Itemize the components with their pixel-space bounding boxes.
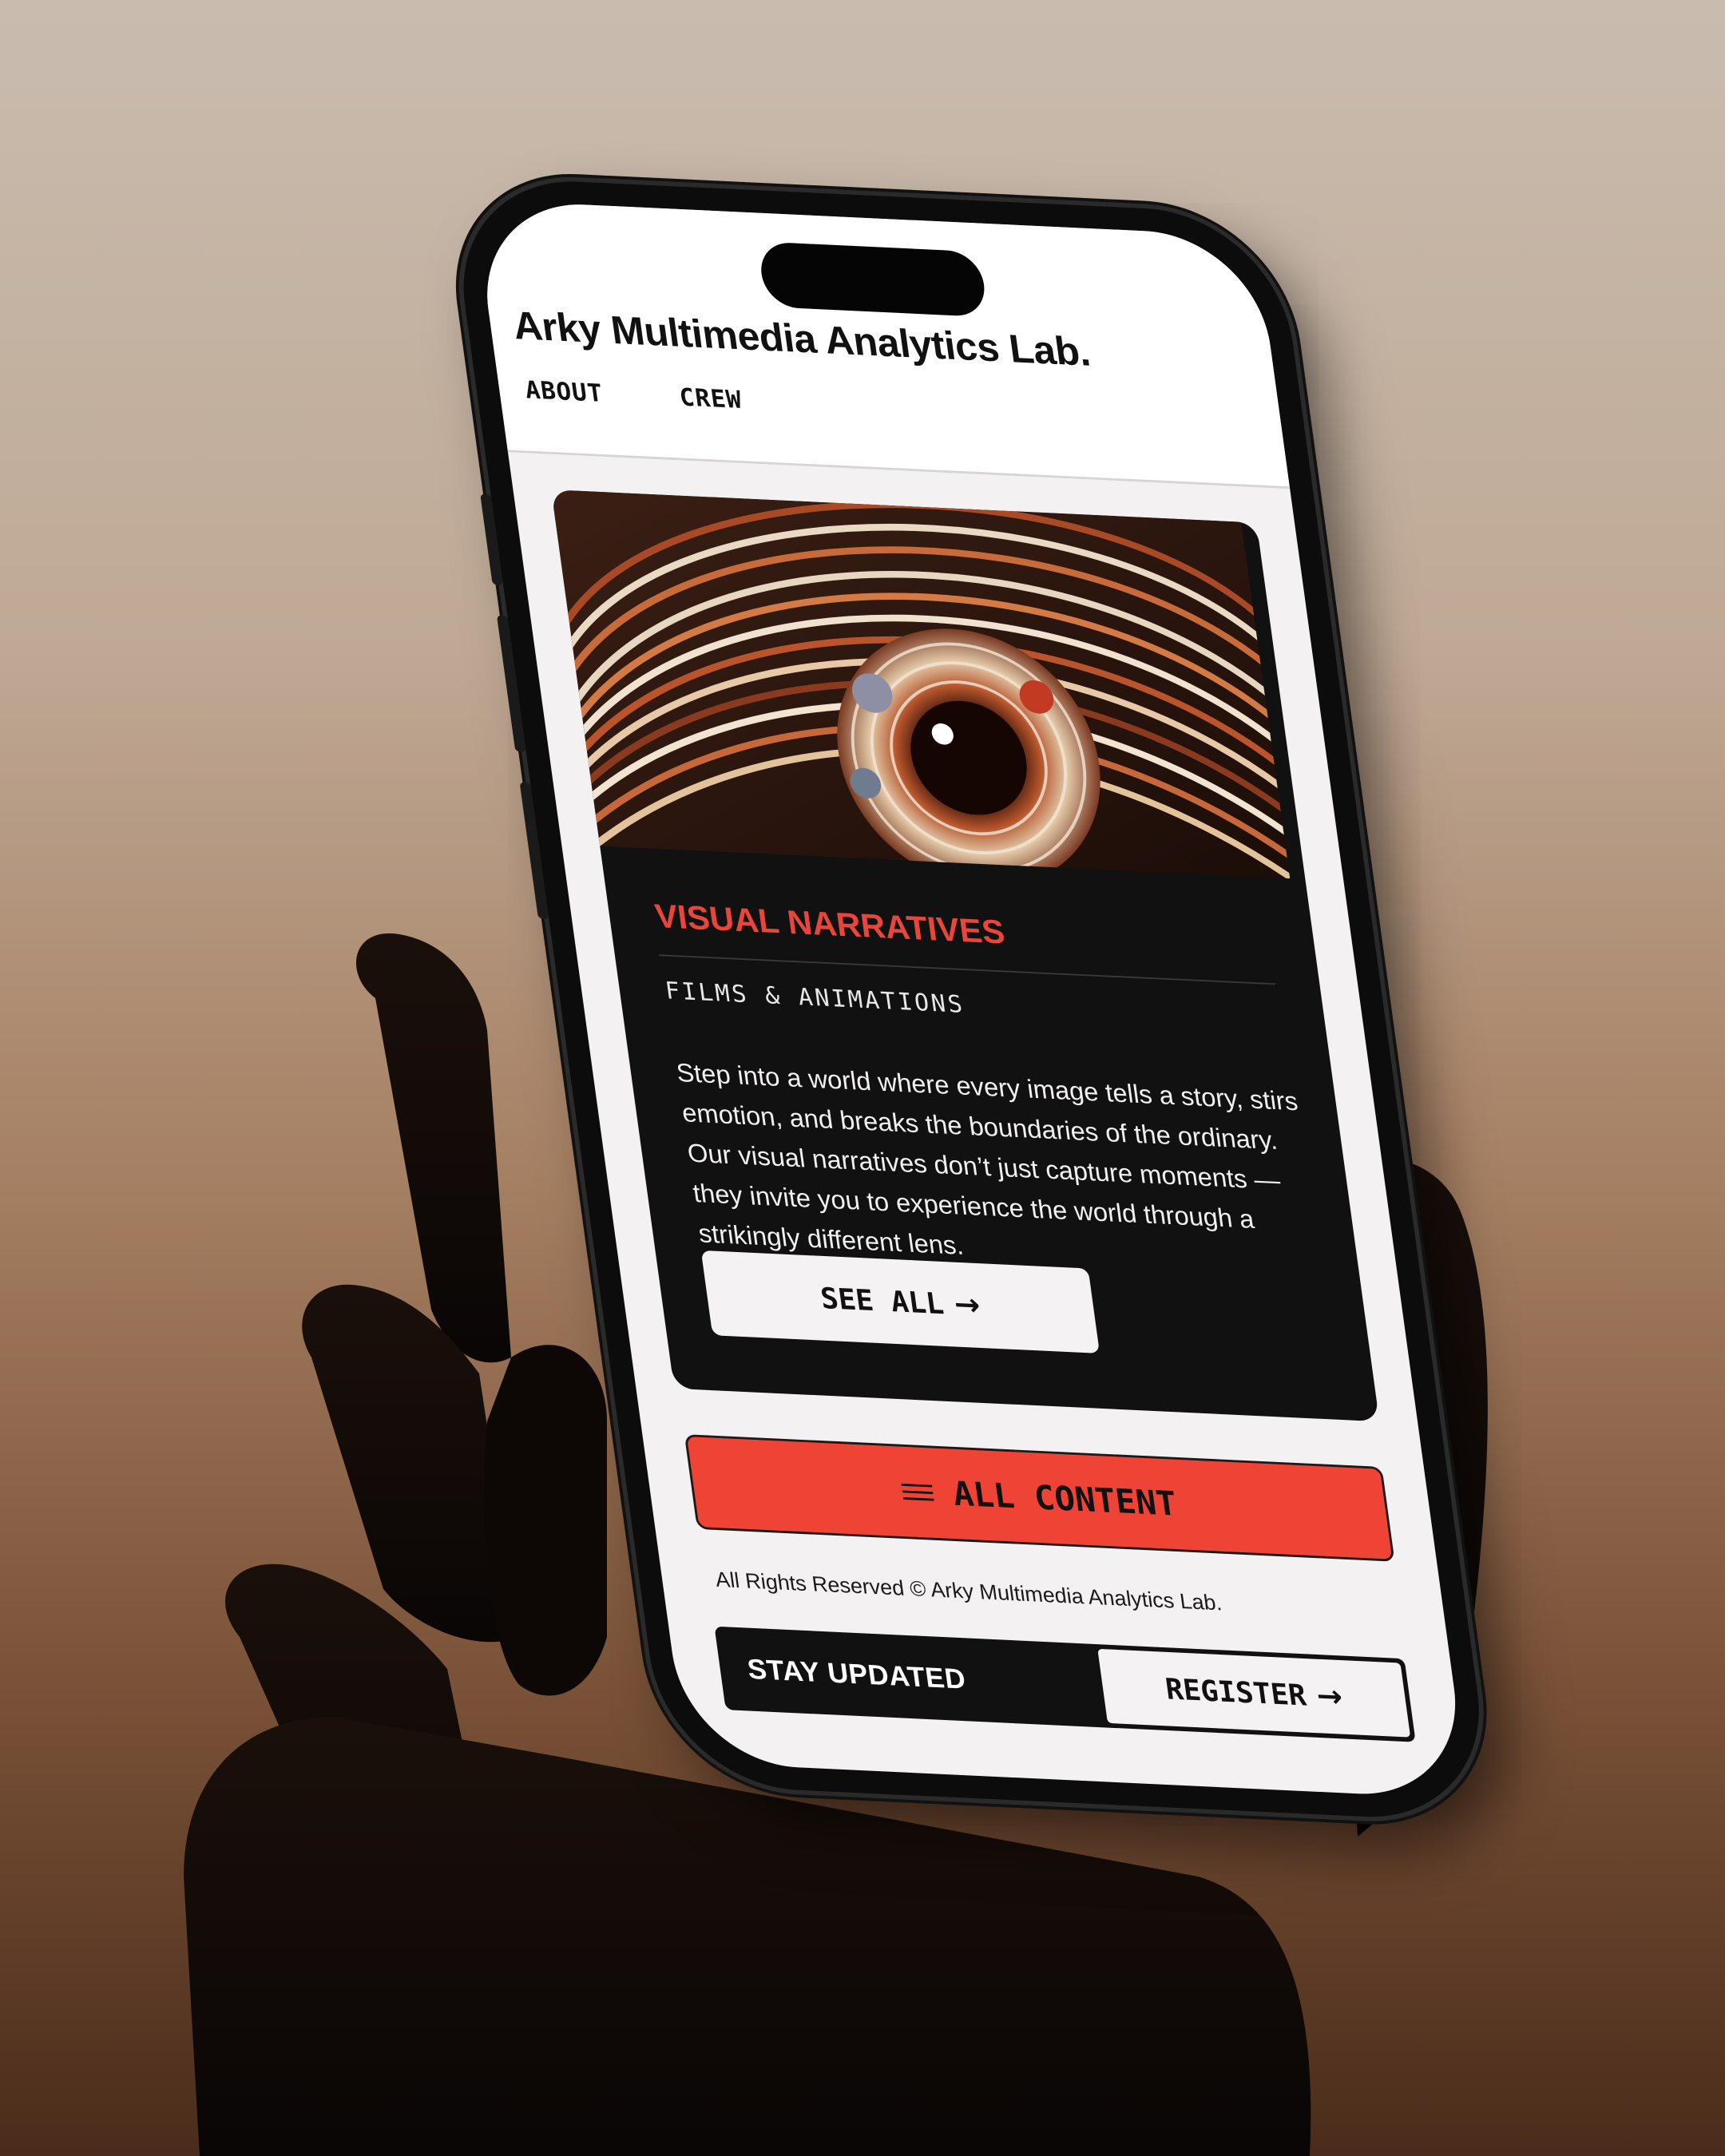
nav-item-crew[interactable]: CREW — [678, 382, 744, 414]
arrow-right-icon: → — [1314, 1678, 1345, 1715]
menu-icon — [901, 1483, 934, 1501]
card-divider — [659, 954, 1276, 985]
register-button[interactable]: REGISTER → — [1097, 1648, 1411, 1738]
copyright-text: All Rights Reserved © Arky Multimedia An… — [713, 1567, 1223, 1615]
nav-item-about[interactable]: ABOUT — [523, 375, 605, 408]
site-header: Arky Multimedia Analytics Lab. ABOUT CRE… — [473, 199, 1291, 489]
see-all-label: SEE ALL — [818, 1281, 946, 1321]
all-content-label: ALL CONTENT — [950, 1474, 1180, 1524]
card-title: VISUAL NARRATIVES — [652, 898, 1007, 952]
card-subtitle: FILMS & ANIMATIONS — [663, 977, 966, 1019]
stay-updated-label: STAY UPDATED — [745, 1653, 968, 1695]
see-all-button[interactable]: SEE ALL → — [700, 1250, 1100, 1353]
newsletter-bar: STAY UPDATED REGISTER → — [714, 1626, 1416, 1742]
main-nav: ABOUT CREW — [523, 375, 744, 414]
card-description: Step into a world where every image tell… — [674, 1058, 1300, 1261]
arrow-right-icon: → — [951, 1286, 983, 1323]
feature-card: VISUAL NARRATIVES FILMS & ANIMATIONS Ste… — [551, 489, 1380, 1422]
all-content-button[interactable]: ALL CONTENT — [684, 1434, 1395, 1562]
eye-artwork-image — [551, 489, 1291, 879]
dynamic-island — [757, 241, 989, 318]
register-label: REGISTER — [1163, 1672, 1309, 1713]
site-title[interactable]: Arky Multimedia Analytics Lab. — [510, 303, 1092, 375]
photo-scene: Arky Multimedia Analytics Lab. ABOUT CRE… — [0, 0, 1725, 2156]
